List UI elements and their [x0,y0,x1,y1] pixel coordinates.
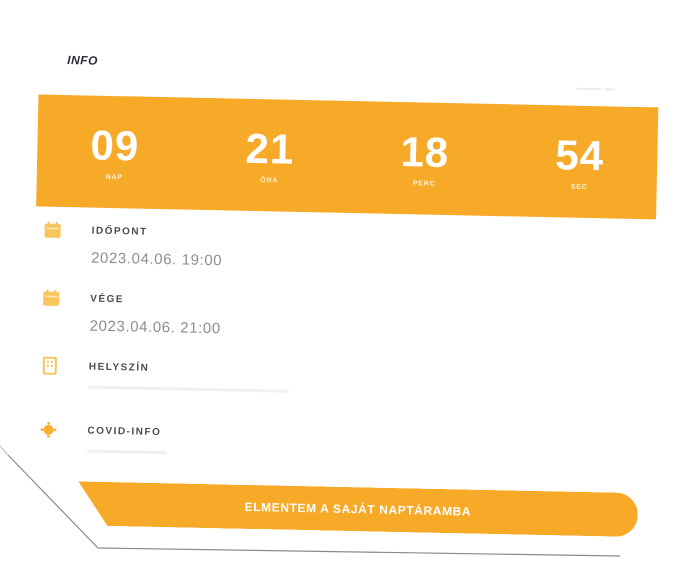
countdown-days-label: NAP [105,173,123,181]
start-label: IDŐPONT [91,225,148,238]
countdown-hours-label: ÓRA [260,176,279,184]
detail-venue: HELYSZÍN [40,355,601,423]
covid-value-placeholder [86,449,168,455]
countdown-banner: 09 NAP 21 ÓRA 18 PERC 54 SEC [36,94,659,220]
countdown-minutes-label: PERC [412,179,436,188]
event-info-card: INFO 09 NAP 21 ÓRA 18 PERC 54 SEC IDŐPON… [7,22,659,556]
detail-covid: COVID-INFO [39,419,600,487]
virus-icon [40,421,57,438]
countdown-seconds-label: SEC [570,183,588,191]
end-value: 2023.04.06. 21:00 [89,317,221,338]
venue-value-placeholder [88,385,289,393]
faint-marks [576,80,627,91]
detail-start: IDŐPONT 2023.04.06. 19:00 [43,219,604,287]
end-label: VÉGE [90,293,125,306]
countdown-seconds: 54 SEC [519,130,640,192]
start-value: 2023.04.06. 19:00 [90,249,223,270]
countdown-hours: 21 ÓRA [209,124,330,186]
countdown-hours-value: 21 [245,124,295,173]
detail-end: VÉGE 2023.04.06. 21:00 [41,287,602,355]
countdown-days-value: 09 [90,121,140,170]
calendar-icon [44,221,61,238]
event-details: IDŐPONT 2023.04.06. 19:00 VÉGE 2023.04.0… [40,219,604,455]
venue-label: HELYSZÍN [88,361,150,374]
countdown-minutes-value: 18 [400,127,450,176]
countdown-seconds-value: 54 [554,130,605,179]
countdown-days: 09 NAP [54,121,175,182]
calendar-icon [43,289,60,306]
save-button-label: ELMENTEM A SAJÁT NAPTÁRAMBA [244,499,472,519]
covid-label: COVID-INFO [87,425,162,439]
countdown-minutes: 18 PERC [364,127,485,189]
section-title: INFO [67,53,99,68]
building-icon [42,356,57,375]
page: INFO 09 NAP 21 ÓRA 18 PERC 54 SEC IDŐPON… [0,0,676,561]
save-to-calendar-button[interactable]: ELMENTEM A SAJÁT NAPTÁRAMBA [77,481,638,537]
